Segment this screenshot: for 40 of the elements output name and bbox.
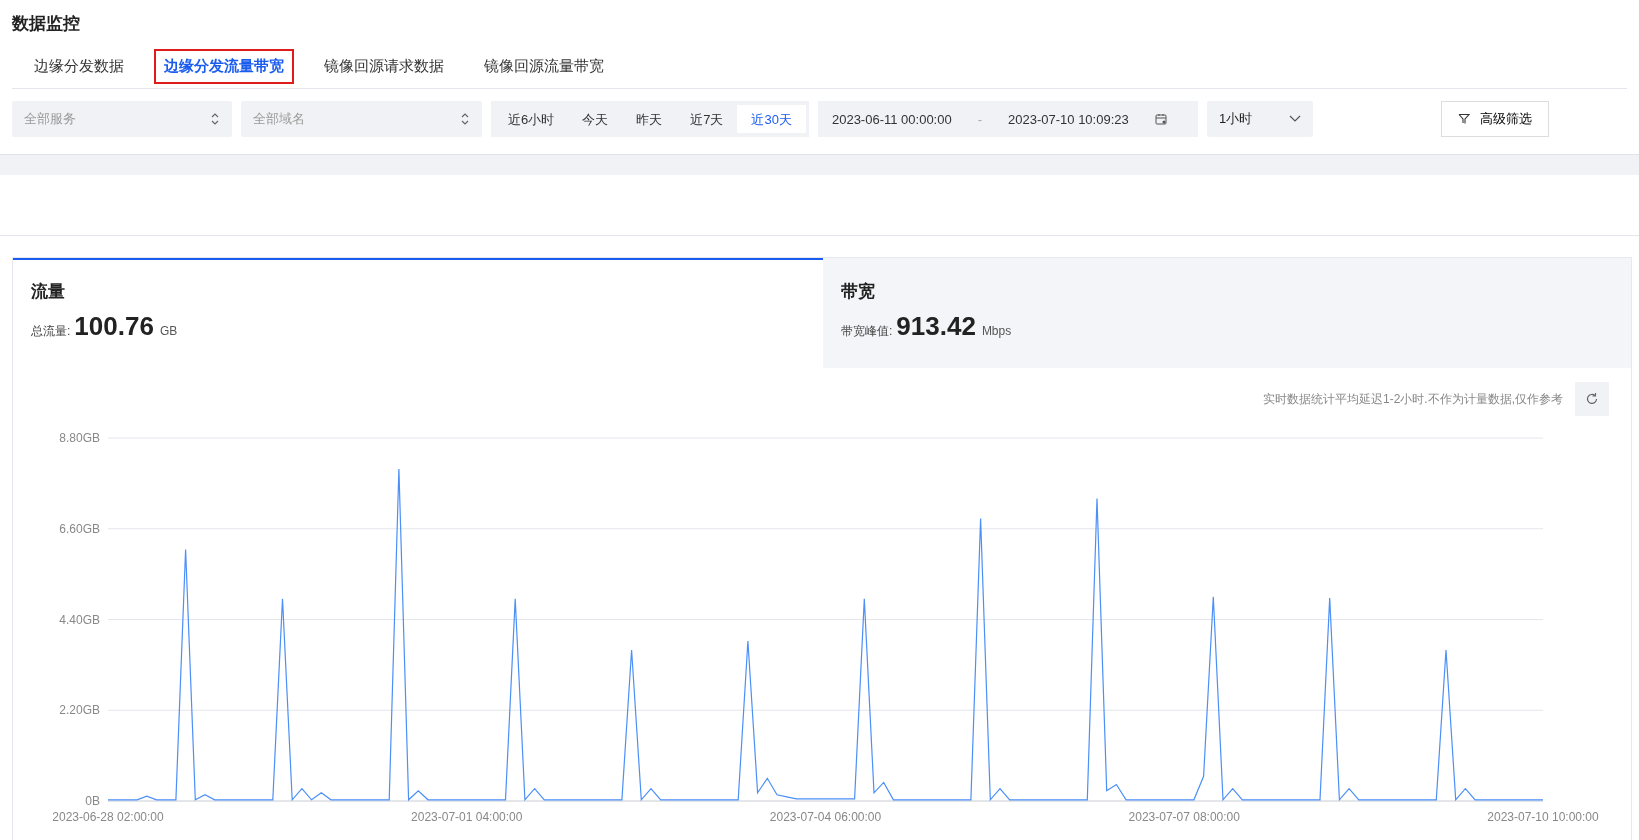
metric-value: 100.76 [74, 311, 154, 342]
sort-icon [460, 111, 470, 127]
sort-icon [210, 111, 220, 127]
y-tick-label: 2.20GB [59, 703, 100, 718]
calendar-icon [1154, 113, 1167, 125]
advanced-filter-button[interactable]: 高级筛选 [1441, 101, 1549, 137]
metric-unit: GB [159, 324, 178, 338]
y-tick-label: 6.60GB [59, 521, 100, 536]
tab[interactable]: 边缘分发数据 [24, 49, 134, 84]
metric-label: 总流量: [31, 323, 71, 340]
tab[interactable]: 镜像回源请求数据 [314, 49, 454, 84]
y-tick-label: 8.80GB [59, 431, 100, 445]
metric-label: 带宽峰值: [841, 323, 893, 340]
range-option[interactable]: 昨天 [622, 105, 677, 133]
range-option[interactable]: 近30天 [737, 105, 806, 133]
tab[interactable]: 边缘分发流量带宽 [154, 49, 294, 84]
metric-title: 带宽 [841, 281, 876, 303]
x-tick-label: 2023-07-04 06:00:00 [769, 810, 882, 824]
x-tick-label: 2023-07-10 10:00:00 [1487, 810, 1599, 824]
x-tick-label: 2023-07-07 08:00:00 [1128, 810, 1240, 824]
metric-value: 913.42 [896, 311, 976, 342]
y-tick-label: 4.40GB [59, 612, 100, 627]
x-tick-label: 2023-06-28 02:00:00 [52, 810, 164, 824]
metric-title: 流量 [31, 281, 66, 303]
x-tick-label: 2023-07-01 04:00:00 [411, 810, 523, 824]
granularity-select[interactable]: 1小时 [1206, 101, 1313, 137]
range-option[interactable]: 近6小时 [494, 105, 569, 133]
page-title: 数据监控 [11, 13, 81, 35]
note-text: 实时数据统计平均延迟1-2小时.不作为计量数据,仅作参考 [1263, 390, 1563, 408]
metric-tab[interactable]: 带宽 带宽峰值:913.42 Mbps [823, 258, 1631, 368]
metric-unit: Mbps [981, 324, 1012, 338]
range-option[interactable]: 近7天 [676, 105, 738, 133]
date-range-field[interactable]: 2023-06-11 00:00:00 - 2023-07-10 10:09:23 [817, 101, 1198, 137]
chevron-down-icon [1288, 115, 1301, 123]
refresh-button[interactable] [1575, 382, 1609, 416]
refresh-icon [1585, 392, 1599, 406]
y-tick-label: 0B [85, 794, 100, 808]
tab[interactable]: 镜像回源流量带宽 [474, 49, 614, 84]
filter-icon [1458, 113, 1470, 125]
range-option[interactable]: 今天 [568, 105, 623, 133]
